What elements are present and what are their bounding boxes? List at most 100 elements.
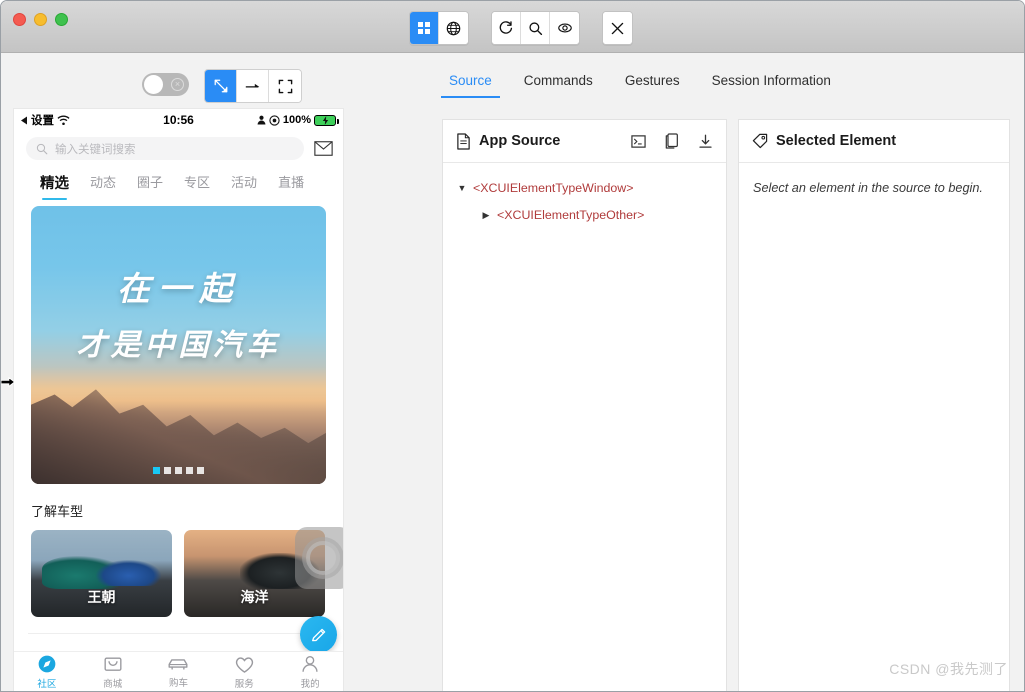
tab-source[interactable]: Source — [433, 67, 508, 98]
globe-view-button[interactable] — [439, 12, 468, 44]
app-source-header: App Source — [443, 120, 726, 163]
search-icon — [36, 143, 48, 154]
toolbar-group-actions — [491, 11, 580, 45]
bag-icon — [104, 657, 122, 671]
tree-node-label: <XCUIElementTypeOther> — [497, 208, 645, 222]
phone-status-bar: 设置 10:56 100% — [14, 109, 343, 131]
eye-icon — [557, 23, 572, 33]
section-divider — [28, 633, 329, 634]
car-card-wangchao[interactable]: 王朝 — [31, 530, 172, 617]
selected-element-panel: Selected Element Select an element in th… — [738, 119, 1010, 691]
tab-session-information[interactable]: Session Information — [696, 67, 847, 98]
panel-tabs: Source Commands Gestures Session Informa… — [433, 67, 847, 98]
inspect-eye-button[interactable] — [550, 12, 579, 44]
toggle-off-icon: × — [171, 78, 184, 91]
mail-icon[interactable] — [314, 141, 333, 156]
interaction-mode-buttons — [204, 69, 302, 103]
carousel-dot[interactable] — [197, 467, 204, 474]
assistive-touch-icon[interactable] — [295, 527, 343, 589]
nav-tab-jingxuan[interactable]: 精选 — [40, 172, 69, 200]
title-bar — [1, 1, 1024, 53]
toggle-knob — [144, 75, 163, 94]
tree-node-other[interactable]: ▶ <XCUIElementTypeOther> — [457, 208, 712, 222]
select-mode-button[interactable] — [205, 70, 237, 102]
nav-tab-quanzi[interactable]: 圈子 — [137, 172, 163, 200]
fullscreen-mode-button[interactable] — [269, 70, 301, 102]
pencil-icon — [311, 628, 325, 641]
tab-gestures[interactable]: Gestures — [609, 67, 696, 98]
nav-tab-huodong[interactable]: 活动 — [231, 172, 257, 200]
search-input[interactable]: 输入关键词搜索 — [26, 137, 304, 160]
selected-element-title: Selected Element — [776, 133, 897, 149]
banner-line-2: 才是中国汽车 — [76, 329, 281, 362]
copy-icon[interactable] — [665, 133, 679, 149]
watermark: CSDN @我先测了 — [889, 661, 1008, 677]
tag-icon — [752, 133, 768, 149]
swipe-mode-button[interactable] — [237, 70, 269, 102]
search-button[interactable] — [521, 12, 550, 44]
tab-bar-item-buy-car[interactable]: 购车 — [146, 652, 212, 691]
app-window: × Source Commands Gestures Session Infor… — [0, 0, 1025, 692]
battery-percent: 100% — [282, 114, 311, 126]
download-icon[interactable] — [698, 134, 713, 149]
app-source-panel: App Source ▼ <XCUIElementTypeWindow> ▶ <… — [442, 119, 727, 691]
phone-tab-bar: 社区 商城 购车 服务 我的 — [14, 651, 343, 691]
nav-tab-zhibo[interactable]: 直播 — [278, 172, 304, 200]
assistive-touch-ring — [306, 541, 340, 575]
tab-bar-label: 购车 — [168, 678, 188, 689]
compose-fab-button[interactable] — [300, 616, 337, 653]
tab-bar-item-profile[interactable]: 我的 — [277, 652, 343, 691]
carousel-dot[interactable] — [175, 467, 182, 474]
close-session-button[interactable] — [603, 12, 632, 44]
carousel-dot[interactable] — [164, 467, 171, 474]
location-icon — [269, 114, 280, 126]
zoom-window-button[interactable] — [55, 13, 68, 26]
car-card-label: 王朝 — [87, 589, 116, 605]
mouse-cursor-icon — [1, 376, 15, 388]
person-icon — [302, 656, 318, 672]
terminal-icon[interactable] — [631, 134, 646, 149]
chevron-down-icon[interactable]: ▼ — [457, 183, 467, 193]
tab-bar-item-service[interactable]: 服务 — [211, 652, 277, 691]
carousel-dot[interactable] — [186, 467, 193, 474]
tree-node-window[interactable]: ▼ <XCUIElementTypeWindow> — [457, 181, 712, 195]
tab-bar-item-community[interactable]: 社区 — [14, 652, 80, 691]
car-image-blue — [95, 559, 161, 586]
search-placeholder: 输入关键词搜索 — [55, 143, 136, 156]
car-model-cards: 王朝 海洋 — [14, 520, 343, 617]
compass-icon — [38, 655, 56, 673]
tab-commands[interactable]: Commands — [508, 67, 609, 98]
tab-bar-label: 我的 — [300, 679, 320, 690]
nav-tab-zhuanqu[interactable]: 专区 — [184, 172, 210, 200]
toolbar-group-close — [602, 11, 633, 45]
tab-bar-label: 社区 — [37, 679, 57, 690]
nav-tab-dongtai[interactable]: 动态 — [90, 172, 116, 200]
tab-bar-label: 服务 — [234, 678, 254, 690]
chevron-right-icon[interactable]: ▶ — [481, 210, 491, 221]
selected-element-body: Select an element in the source to begin… — [739, 163, 1009, 213]
tab-bar-item-mall[interactable]: 商城 — [80, 652, 146, 691]
status-right: 100% — [257, 114, 339, 126]
car-card-label: 海洋 — [240, 589, 269, 605]
grid-view-button[interactable] — [410, 12, 439, 44]
main-toolbar — [409, 11, 633, 45]
globe-icon — [446, 21, 461, 35]
device-screen-mirror[interactable]: 设置 10:56 100% 输入关键词搜索 精选 动态 圈子 专区 活动 直播 … — [14, 109, 343, 691]
source-refresh-toggle[interactable]: × — [142, 73, 189, 96]
refresh-button[interactable] — [492, 12, 521, 44]
minimize-window-button[interactable] — [34, 13, 47, 26]
carousel-dot[interactable] — [153, 467, 160, 474]
expand-icon — [278, 79, 292, 93]
battery-charging-icon — [314, 114, 339, 126]
banner-text: 在一起 才是中国汽车 — [31, 262, 326, 364]
document-icon — [457, 132, 470, 150]
banner-cloud-band — [31, 367, 326, 412]
car-icon — [168, 659, 188, 670]
promo-banner[interactable]: 在一起 才是中国汽车 — [31, 206, 326, 484]
close-window-button[interactable] — [13, 13, 26, 26]
heart-icon — [235, 656, 253, 673]
app-source-actions — [631, 133, 713, 149]
tree-node-label: <XCUIElementTypeWindow> — [473, 181, 634, 195]
banner-line-1: 在一起 — [117, 272, 240, 308]
person-icon — [257, 115, 266, 125]
